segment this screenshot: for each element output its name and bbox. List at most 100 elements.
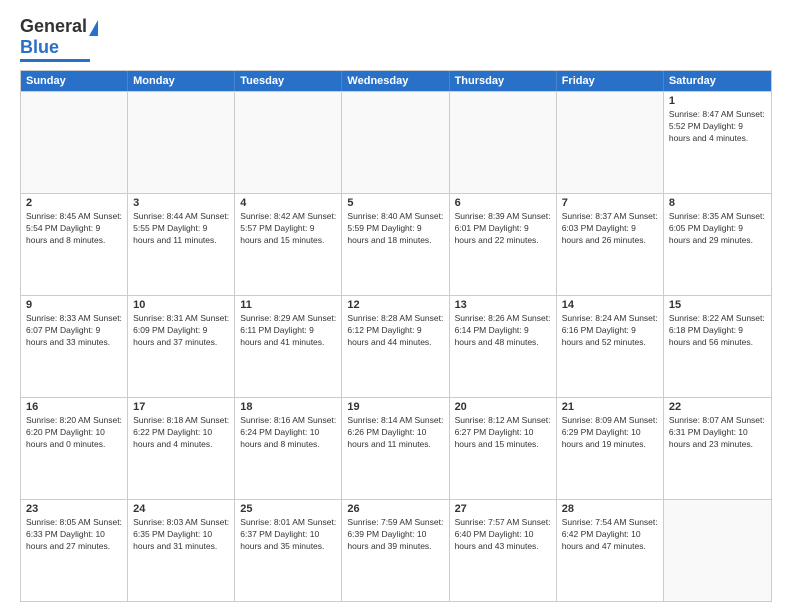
day-info: Sunrise: 8:44 AM Sunset: 5:55 PM Dayligh… [133, 211, 229, 247]
day-cell-18: 18 Sunrise: 8:16 AM Sunset: 6:24 PM Dayli… [235, 398, 342, 499]
day-number: 3 [133, 197, 229, 209]
day-cell-16: 16Sunrise: 8:20 AM Sunset: 6:20 PM Dayli… [21, 398, 128, 499]
logo: General Blue [20, 16, 98, 62]
day-number: 6 [455, 197, 551, 209]
day-number: 2 [26, 197, 122, 209]
day-cell-19: 19 Sunrise: 8:14 AM Sunset: 6:26 PM Dayli… [342, 398, 449, 499]
day-info: Sunrise: 8:37 AM Sunset: 6:03 PM Dayligh… [562, 211, 658, 247]
day-number: 12 [347, 299, 443, 311]
day-info: Sunrise: 8:01 AM Sunset: 6:37 PM Dayligh… [240, 517, 336, 553]
day-cell-6: 6 Sunrise: 8:39 AM Sunset: 6:01 PM Daylig… [450, 194, 557, 295]
day-number: 1 [669, 95, 766, 107]
day-number: 8 [669, 197, 766, 209]
day-info: Sunrise: 8:14 AM Sunset: 6:26 PM Dayligh… [347, 415, 443, 451]
day-number: 10 [133, 299, 229, 311]
logo-general: General [20, 16, 87, 37]
day-number: 9 [26, 299, 122, 311]
day-cell-1: 1 Sunrise: 8:47 AM Sunset: 5:52 PM Daylig… [664, 92, 771, 193]
day-info: Sunrise: 8:31 AM Sunset: 6:09 PM Dayligh… [133, 313, 229, 349]
day-info: Sunrise: 8:07 AM Sunset: 6:31 PM Dayligh… [669, 415, 766, 451]
day-cell-28: 28 Sunrise: 7:54 AM Sunset: 6:42 PM Dayli… [557, 500, 664, 601]
day-cell-11: 11 Sunrise: 8:29 AM Sunset: 6:11 PM Dayli… [235, 296, 342, 397]
day-cell-12: 12 Sunrise: 8:28 AM Sunset: 6:12 PM Dayli… [342, 296, 449, 397]
day-cell-24: 24 Sunrise: 8:03 AM Sunset: 6:35 PM Dayli… [128, 500, 235, 601]
day-info: Sunrise: 8:29 AM Sunset: 6:11 PM Dayligh… [240, 313, 336, 349]
day-number: 25 [240, 503, 336, 515]
day-number: 7 [562, 197, 658, 209]
day-cell-23: 23Sunrise: 8:05 AM Sunset: 6:33 PM Dayli… [21, 500, 128, 601]
day-number: 18 [240, 401, 336, 413]
day-cell-25: 25 Sunrise: 8:01 AM Sunset: 6:37 PM Dayli… [235, 500, 342, 601]
day-info: Sunrise: 8:40 AM Sunset: 5:59 PM Dayligh… [347, 211, 443, 247]
day-number: 11 [240, 299, 336, 311]
week-row-1: 1 Sunrise: 8:47 AM Sunset: 5:52 PM Daylig… [21, 91, 771, 193]
day-cell-empty-0-0 [21, 92, 128, 193]
day-number: 5 [347, 197, 443, 209]
day-cell-empty-0-2 [235, 92, 342, 193]
day-info: Sunrise: 7:54 AM Sunset: 6:42 PM Dayligh… [562, 517, 658, 553]
day-cell-21: 21 Sunrise: 8:09 AM Sunset: 6:29 PM Dayli… [557, 398, 664, 499]
day-cell-14: 14Sunrise: 8:24 AM Sunset: 6:16 PM Dayli… [557, 296, 664, 397]
day-number: 24 [133, 503, 229, 515]
day-cell-4: 4 Sunrise: 8:42 AM Sunset: 5:57 PM Daylig… [235, 194, 342, 295]
logo-blue: Blue [20, 37, 59, 58]
day-info: Sunrise: 8:45 AM Sunset: 5:54 PM Dayligh… [26, 211, 122, 247]
day-cell-8: 8 Sunrise: 8:35 AM Sunset: 6:05 PM Daylig… [664, 194, 771, 295]
day-info: Sunrise: 8:47 AM Sunset: 5:52 PM Dayligh… [669, 109, 766, 145]
logo-underline [20, 59, 90, 62]
day-info: Sunrise: 8:03 AM Sunset: 6:35 PM Dayligh… [133, 517, 229, 553]
header-area: General Blue [20, 16, 772, 62]
day-number: 21 [562, 401, 658, 413]
day-cell-2: 2 Sunrise: 8:45 AM Sunset: 5:54 PM Daylig… [21, 194, 128, 295]
week-row-2: 2 Sunrise: 8:45 AM Sunset: 5:54 PM Daylig… [21, 193, 771, 295]
week-row-5: 23Sunrise: 8:05 AM Sunset: 6:33 PM Dayli… [21, 499, 771, 601]
day-info: Sunrise: 8:39 AM Sunset: 6:01 PM Dayligh… [455, 211, 551, 247]
weekday-header-wednesday: Wednesday [342, 71, 449, 91]
day-cell-5: 5 Sunrise: 8:40 AM Sunset: 5:59 PM Daylig… [342, 194, 449, 295]
day-number: 19 [347, 401, 443, 413]
day-number: 20 [455, 401, 551, 413]
day-info: Sunrise: 8:28 AM Sunset: 6:12 PM Dayligh… [347, 313, 443, 349]
weekday-header-tuesday: Tuesday [235, 71, 342, 91]
day-info: Sunrise: 8:35 AM Sunset: 6:05 PM Dayligh… [669, 211, 766, 247]
day-info: Sunrise: 7:57 AM Sunset: 6:40 PM Dayligh… [455, 517, 551, 553]
day-cell-13: 13 Sunrise: 8:26 AM Sunset: 6:14 PM Dayli… [450, 296, 557, 397]
day-cell-empty-0-5 [557, 92, 664, 193]
day-number: 27 [455, 503, 551, 515]
day-cell-9: 9 Sunrise: 8:33 AM Sunset: 6:07 PM Daylig… [21, 296, 128, 397]
day-info: Sunrise: 8:24 AM Sunset: 6:16 PM Dayligh… [562, 313, 658, 349]
day-number: 22 [669, 401, 766, 413]
day-info: Sunrise: 8:18 AM Sunset: 6:22 PM Dayligh… [133, 415, 229, 451]
day-cell-empty-0-4 [450, 92, 557, 193]
day-info: Sunrise: 7:59 AM Sunset: 6:39 PM Dayligh… [347, 517, 443, 553]
day-cell-7: 7 Sunrise: 8:37 AM Sunset: 6:03 PM Daylig… [557, 194, 664, 295]
calendar-body: 1 Sunrise: 8:47 AM Sunset: 5:52 PM Daylig… [21, 91, 771, 601]
day-info: Sunrise: 8:42 AM Sunset: 5:57 PM Dayligh… [240, 211, 336, 247]
weekday-header-friday: Friday [557, 71, 664, 91]
day-cell-20: 20 Sunrise: 8:12 AM Sunset: 6:27 PM Dayli… [450, 398, 557, 499]
day-cell-26: 26 Sunrise: 7:59 AM Sunset: 6:39 PM Dayli… [342, 500, 449, 601]
day-info: Sunrise: 8:16 AM Sunset: 6:24 PM Dayligh… [240, 415, 336, 451]
weekday-header-monday: Monday [128, 71, 235, 91]
week-row-4: 16Sunrise: 8:20 AM Sunset: 6:20 PM Dayli… [21, 397, 771, 499]
page: General Blue SundayMondayTuesdayWednesda… [0, 0, 792, 612]
day-number: 4 [240, 197, 336, 209]
day-cell-10: 10 Sunrise: 8:31 AM Sunset: 6:09 PM Dayli… [128, 296, 235, 397]
day-cell-empty-0-1 [128, 92, 235, 193]
calendar: SundayMondayTuesdayWednesdayThursdayFrid… [20, 70, 772, 602]
day-info: Sunrise: 8:22 AM Sunset: 6:18 PM Dayligh… [669, 313, 766, 349]
day-number: 17 [133, 401, 229, 413]
day-number: 28 [562, 503, 658, 515]
day-info: Sunrise: 8:09 AM Sunset: 6:29 PM Dayligh… [562, 415, 658, 451]
calendar-header: SundayMondayTuesdayWednesdayThursdayFrid… [21, 71, 771, 91]
day-number: 26 [347, 503, 443, 515]
day-info: Sunrise: 8:05 AM Sunset: 6:33 PM Dayligh… [26, 517, 122, 553]
day-cell-15: 15Sunrise: 8:22 AM Sunset: 6:18 PM Dayli… [664, 296, 771, 397]
day-number: 16 [26, 401, 122, 413]
logo-triangle-icon [89, 20, 98, 36]
day-number: 13 [455, 299, 551, 311]
day-info: Sunrise: 8:26 AM Sunset: 6:14 PM Dayligh… [455, 313, 551, 349]
day-info: Sunrise: 8:33 AM Sunset: 6:07 PM Dayligh… [26, 313, 122, 349]
day-info: Sunrise: 8:12 AM Sunset: 6:27 PM Dayligh… [455, 415, 551, 451]
day-cell-3: 3 Sunrise: 8:44 AM Sunset: 5:55 PM Daylig… [128, 194, 235, 295]
